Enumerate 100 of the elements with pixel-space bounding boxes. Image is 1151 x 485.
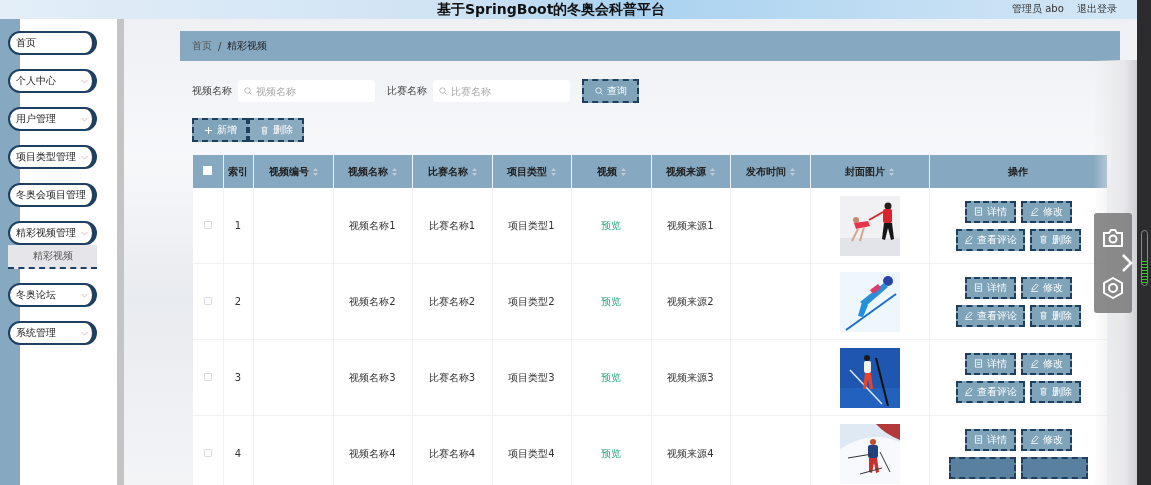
search-field[interactable]: 比赛名称 (433, 80, 570, 102)
edit-button[interactable]: 修改 (1020, 200, 1072, 223)
breadcrumb-item: 精彩视频 (227, 39, 268, 53)
detail-button[interactable]: 详情 (964, 200, 1016, 223)
sort-icon[interactable] (471, 167, 477, 176)
column-header: 索引 (228, 164, 248, 179)
sort-icon[interactable] (312, 167, 318, 176)
delete-button[interactable]: 删除 (1029, 304, 1081, 327)
chevron-down-icon (81, 154, 88, 160)
add-button[interactable]: 新增 (192, 118, 248, 142)
row-checkbox[interactable] (203, 297, 212, 305)
table-cell: 项目类型4 (508, 447, 555, 459)
delete-button[interactable] (1020, 456, 1088, 479)
sidebar-item[interactable]: 项目类型管理 (8, 145, 97, 169)
sidebar-item[interactable]: 用户管理 (8, 107, 97, 131)
detail-button[interactable]: 详情 (964, 352, 1016, 375)
trash-icon (259, 125, 269, 135)
logout-link[interactable]: 退出登录 (1077, 2, 1117, 16)
table-cell: 比赛名称3 (428, 371, 476, 383)
table-cell: 比赛名称2 (428, 295, 476, 307)
comments-button[interactable]: 查看评论 (955, 304, 1025, 327)
field-label: 比赛名称 (387, 84, 427, 98)
preview-link[interactable]: 预览 (601, 371, 621, 383)
pencil-icon (963, 311, 973, 320)
table-cell: 视频来源4 (667, 447, 714, 459)
sidebar-item[interactable]: 冬奥论坛 (8, 283, 97, 307)
sort-icon[interactable] (789, 167, 795, 176)
delete-button[interactable]: 删除 (248, 118, 304, 142)
sidebar-item[interactable]: 个人中心 (8, 69, 97, 93)
sidebar-item[interactable]: 首页 (8, 31, 97, 55)
preview-link[interactable]: 预览 (601, 219, 621, 231)
camera-icon[interactable] (1102, 227, 1124, 248)
level-meter-icon (1141, 230, 1148, 286)
preview-link[interactable]: 预览 (601, 295, 621, 307)
chevron-down-icon (81, 116, 88, 122)
table-cell: 视频名称4 (349, 447, 396, 459)
column-header: 发布时间 (745, 164, 786, 179)
table-cell: 视频来源2 (667, 295, 714, 307)
detail-button[interactable]: 详情 (964, 428, 1016, 451)
table-cell: 比赛名称4 (428, 447, 476, 459)
sort-icon[interactable] (620, 167, 626, 176)
search-button[interactable]: 查询 (582, 79, 639, 103)
comments-button[interactable]: 查看评论 (955, 380, 1025, 403)
column-header: 比赛名称 (427, 164, 468, 179)
row-checkbox[interactable] (203, 373, 212, 381)
delete-button[interactable]: 删除 (1029, 380, 1081, 403)
row-checkbox[interactable] (203, 221, 212, 229)
table-cell: 视频来源1 (667, 219, 714, 231)
chevron-down-icon (81, 78, 88, 84)
comments-button[interactable] (948, 456, 1016, 479)
table-cell: 比赛名称1 (428, 219, 476, 231)
pencil-icon (1029, 435, 1039, 444)
sort-icon[interactable] (889, 167, 894, 176)
table-cell: 视频名称2 (349, 295, 396, 307)
trash-icon (1038, 235, 1048, 244)
column-header: 操作 (1008, 164, 1028, 179)
sidebar-item[interactable]: 系统管理 (8, 321, 97, 345)
trash-icon (1038, 387, 1048, 396)
trash-icon (1038, 311, 1048, 320)
edit-button[interactable]: 修改 (1020, 352, 1072, 375)
edit-button[interactable]: 修改 (1020, 276, 1072, 299)
sidebar-item[interactable]: 精彩视频管理 (8, 221, 97, 245)
sort-icon[interactable] (710, 167, 715, 176)
document-icon (973, 359, 983, 368)
table-cell: 视频名称1 (349, 219, 396, 231)
pencil-icon (1029, 283, 1039, 292)
edit-button[interactable]: 修改 (1020, 428, 1072, 451)
table-cell: 项目类型1 (508, 219, 555, 231)
chevron-down-icon (81, 292, 88, 298)
column-header: 视频 (596, 164, 617, 179)
breadcrumb-separator: / (218, 40, 222, 52)
search-icon (244, 87, 252, 95)
search-field[interactable]: 视频名称 (238, 80, 375, 102)
chevron-right-icon[interactable] (1120, 253, 1134, 273)
detail-button[interactable]: 详情 (964, 276, 1016, 299)
sidebar-subitem[interactable]: 精彩视频 (8, 245, 97, 269)
preview-link[interactable]: 预览 (601, 447, 621, 459)
settings-icon[interactable] (1102, 276, 1124, 299)
sort-icon[interactable] (392, 167, 397, 176)
table-cell: 视频名称3 (349, 371, 396, 383)
document-icon (973, 207, 983, 216)
breadcrumb-item[interactable]: 首页 (192, 39, 212, 53)
row-checkbox[interactable] (203, 449, 212, 457)
table-cell: 视频来源3 (667, 371, 714, 383)
document-icon (973, 435, 983, 444)
delete-button[interactable]: 删除 (1029, 228, 1081, 251)
chevron-down-icon (81, 330, 88, 336)
sort-icon[interactable] (551, 167, 556, 176)
table-cell: 3 (234, 372, 242, 383)
search-icon (594, 87, 603, 95)
select-all-checkbox[interactable] (203, 166, 213, 175)
table-cell: 2 (234, 296, 242, 307)
pencil-icon (1029, 207, 1039, 216)
column-header: 视频编号 (268, 164, 309, 179)
comments-button[interactable]: 查看评论 (955, 228, 1025, 251)
column-header: 项目类型 (507, 164, 547, 179)
pencil-icon (963, 235, 973, 244)
table-cell: 项目类型3 (508, 371, 555, 383)
search-icon (439, 87, 447, 95)
sidebar-item[interactable]: 冬奥会项目管理 (8, 183, 97, 207)
